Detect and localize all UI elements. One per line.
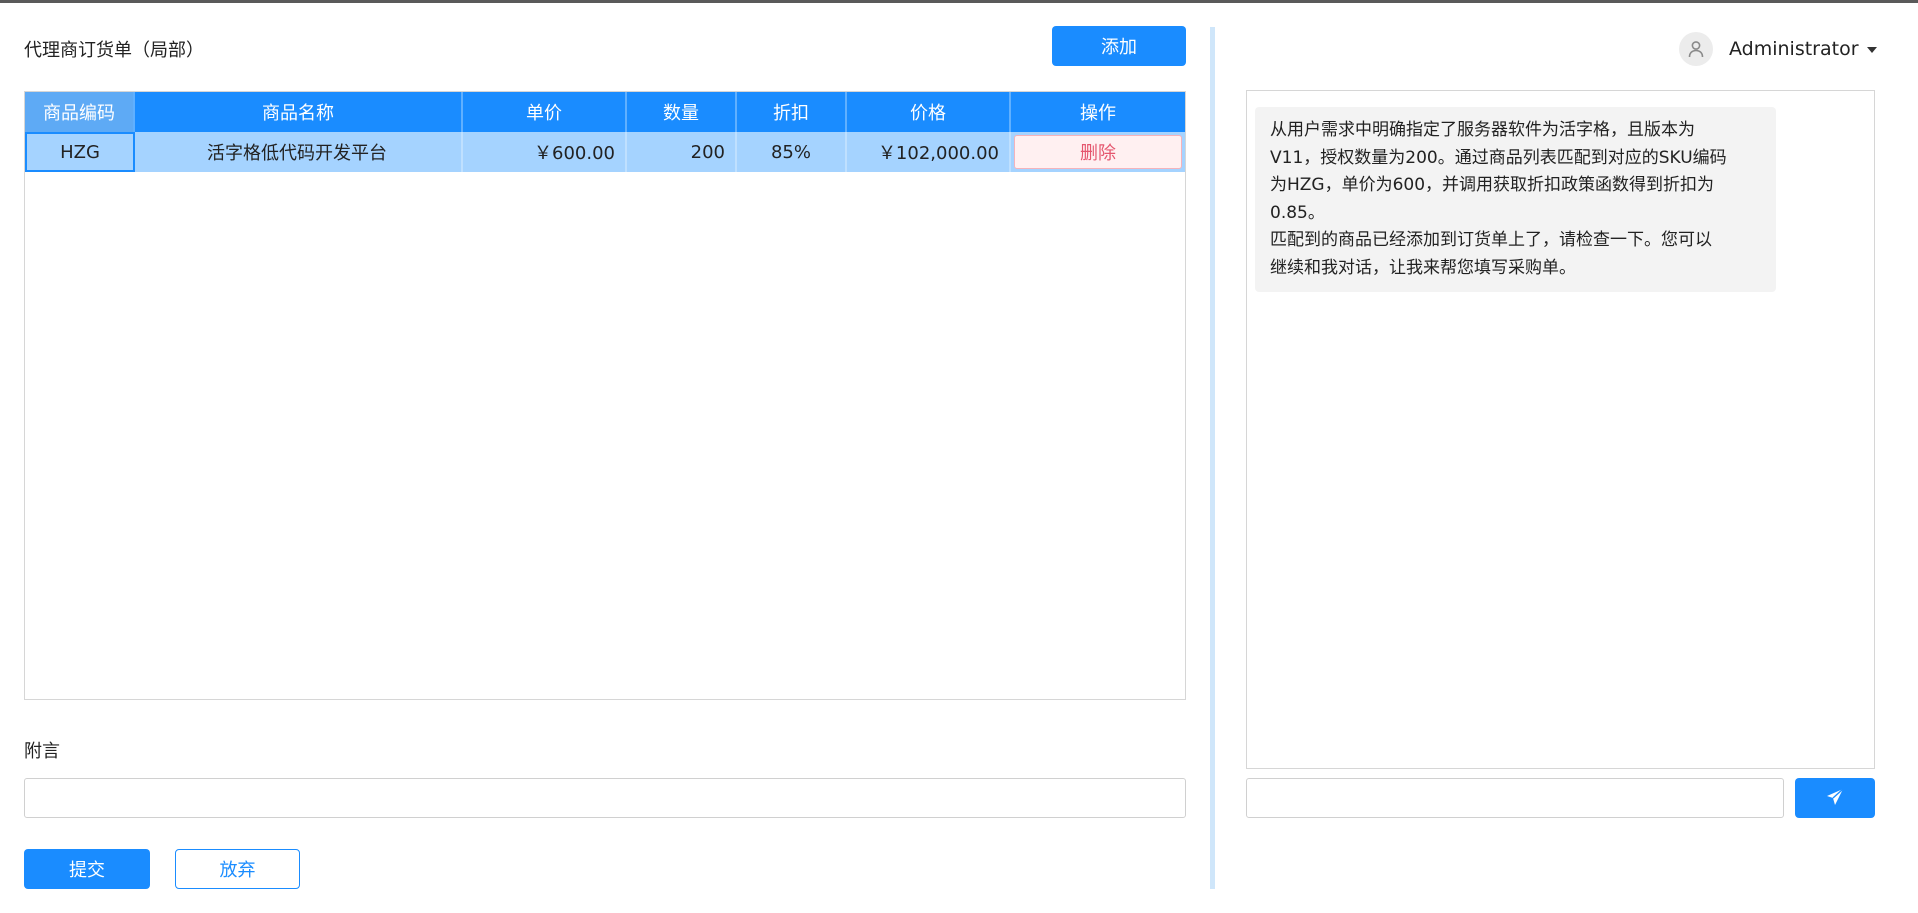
column-header-action[interactable]: 操作 <box>1011 92 1185 132</box>
chat-message-line: 从用户需求中明确指定了服务器软件为活字格，且版本为 <box>1270 120 1695 140</box>
column-header-discount[interactable]: 折扣 <box>737 92 847 132</box>
cell-name[interactable]: 活字格低代码开发平台 <box>135 132 463 172</box>
note-label: 附言 <box>24 741 60 762</box>
paper-plane-icon <box>1826 787 1844 809</box>
cell-code[interactable]: HZG <box>25 132 135 172</box>
order-grid: 商品编码 商品名称 单价 数量 折扣 价格 操作 HZG 活字格低代码开发平台 … <box>24 91 1186 700</box>
chat-message-line: 继续和我对话，让我来帮您填写采购单。 <box>1270 257 1576 278</box>
chat-message-line: 0.85。 <box>1270 202 1325 223</box>
page-title: 代理商订货单（局部） <box>24 40 204 61</box>
chat-input[interactable] <box>1246 778 1784 818</box>
delete-button[interactable]: 删除 <box>1014 135 1182 169</box>
user-name: Administrator <box>1729 38 1859 60</box>
column-header-quantity[interactable]: 数量 <box>627 92 737 132</box>
user-menu[interactable]: Administrator <box>1679 31 1877 67</box>
note-input[interactable] <box>24 778 1186 818</box>
abandon-button[interactable]: 放弃 <box>175 849 300 889</box>
send-button[interactable] <box>1795 778 1875 818</box>
column-header-code[interactable]: 商品编码 <box>25 92 135 132</box>
chat-message: 从用户需求中明确指定了服务器软件为活字格，且版本为 V11，授权数量为200。通… <box>1255 107 1776 292</box>
grid-header: 商品编码 商品名称 单价 数量 折扣 价格 操作 <box>25 92 1185 132</box>
caret-down-icon <box>1866 47 1877 53</box>
chat-message-line: 匹配到的商品已经添加到订货单上了，请检查一下。您可以 <box>1270 230 1712 250</box>
chat-history[interactable]: 从用户需求中明确指定了服务器软件为活字格，且版本为 V11，授权数量为200。通… <box>1246 90 1875 769</box>
user-icon <box>1679 32 1713 66</box>
cell-discount[interactable]: 85% <box>737 132 847 172</box>
cell-unit-price[interactable]: ￥600.00 <box>463 132 627 172</box>
column-header-name[interactable]: 商品名称 <box>135 92 463 132</box>
add-button[interactable]: 添加 <box>1052 26 1186 66</box>
cell-action: 删除 <box>1011 132 1185 172</box>
order-panel: 代理商订货单（局部） 添加 商品编码 商品名称 单价 数量 折扣 价格 操作 H… <box>24 26 1186 892</box>
table-row[interactable]: HZG 活字格低代码开发平台 ￥600.00 200 85% ￥102,000.… <box>25 132 1185 172</box>
pane-divider[interactable] <box>1210 27 1215 889</box>
cell-quantity[interactable]: 200 <box>627 132 737 172</box>
column-header-unit-price[interactable]: 单价 <box>463 92 627 132</box>
window-top-border <box>0 0 1918 3</box>
chat-message-line: V11，授权数量为200。通过商品列表匹配到对应的SKU编码 <box>1270 147 1727 168</box>
chat-message-line: 为HZG，单价为600，并调用获取折扣政策函数得到折扣为 <box>1270 175 1715 195</box>
column-header-price[interactable]: 价格 <box>847 92 1011 132</box>
cell-price[interactable]: ￥102,000.00 <box>847 132 1011 172</box>
submit-button[interactable]: 提交 <box>24 849 150 889</box>
